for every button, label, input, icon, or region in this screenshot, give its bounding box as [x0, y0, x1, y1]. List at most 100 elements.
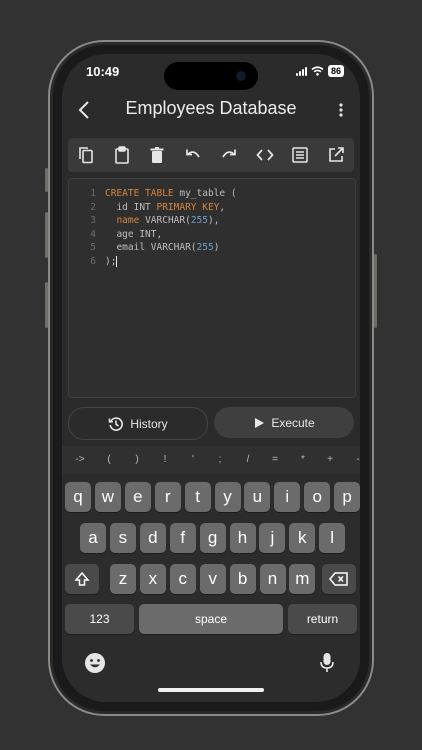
letter-key[interactable]: u [244, 482, 271, 512]
sql-keyword: CREATE TABLE [105, 188, 174, 199]
letter-key[interactable]: h [229, 523, 256, 553]
history-button[interactable]: History [68, 407, 208, 440]
history-icon [109, 416, 124, 431]
letter-key[interactable]: o [304, 482, 331, 512]
letter-key[interactable]: q [65, 482, 91, 512]
undo-button[interactable] [179, 141, 207, 169]
symbol-key[interactable]: ( [107, 454, 110, 465]
letter-key[interactable]: p [334, 482, 360, 512]
volume-down-button [45, 282, 48, 328]
letter-key[interactable]: z [110, 564, 136, 594]
redo-button[interactable] [215, 141, 243, 169]
dictation-button[interactable] [316, 650, 338, 676]
letter-key[interactable]: t [184, 482, 211, 512]
letter-key[interactable]: f [169, 523, 196, 553]
undo-icon [186, 149, 200, 158]
space-key[interactable]: space [139, 604, 283, 634]
list-icon [292, 147, 309, 163]
letter-key[interactable]: g [199, 523, 226, 553]
line-number: 3 [90, 215, 96, 227]
letter-key[interactable]: b [229, 564, 256, 594]
emoji-icon [85, 653, 105, 673]
shift-icon [74, 571, 90, 586]
list-button[interactable] [286, 141, 314, 169]
symbol-key[interactable]: - [356, 454, 359, 465]
editor-toolbar [68, 138, 354, 172]
sql-keyword: name [116, 215, 140, 227]
symbol-key[interactable]: ! [164, 454, 167, 465]
volume-up-button [45, 212, 48, 258]
dynamic-island [164, 62, 258, 90]
symbol-key[interactable]: * [301, 454, 305, 465]
sql-text: age INT, [105, 228, 163, 240]
emoji-button[interactable] [82, 650, 108, 676]
letter-key[interactable]: n [259, 564, 286, 594]
symbol-key[interactable]: ; [219, 454, 222, 465]
return-key[interactable]: return [288, 604, 357, 634]
execute-button[interactable]: Execute [214, 407, 354, 438]
sql-text: id INT [105, 201, 157, 213]
open-external-button[interactable] [322, 141, 350, 169]
more-options-button[interactable] [332, 98, 350, 122]
line-number: 2 [90, 201, 96, 213]
code-line: 4 age INT, [69, 228, 162, 242]
play-icon [255, 417, 265, 428]
trash-icon [150, 147, 164, 163]
symbol-key[interactable]: ' [192, 454, 194, 465]
cellular-signal-icon [295, 66, 307, 76]
code-line: 2 id INT PRIMARY KEY, [69, 201, 225, 215]
status-indicators: 86 [295, 65, 344, 77]
shift-key[interactable] [65, 564, 99, 594]
sql-text: ); [105, 256, 117, 267]
backspace-key[interactable] [322, 564, 356, 594]
clipboard-icon [114, 146, 129, 164]
sql-code-editor[interactable]: 1 CREATE TABLE my_table (2 id INT PRIMARY… [68, 178, 356, 398]
letter-key[interactable]: l [319, 523, 346, 553]
numbers-key[interactable]: 123 [65, 604, 134, 634]
sql-text: my_table ( [173, 188, 237, 199]
sql-text: email VARCHAR( [105, 242, 197, 254]
letter-key[interactable]: c [169, 564, 196, 594]
letter-key[interactable]: v [199, 564, 226, 594]
sql-keyword: PRIMARY KEY [156, 201, 220, 213]
more-vertical-icon [339, 103, 343, 117]
copy-button[interactable] [72, 141, 100, 169]
action-button [45, 168, 48, 192]
delete-button[interactable] [143, 141, 171, 169]
sql-text: VARCHAR( [139, 215, 191, 227]
letter-key[interactable]: a [80, 523, 106, 553]
sql-number: 255 [196, 242, 214, 254]
code-line: 3 name VARCHAR(255), [69, 214, 219, 228]
power-button [374, 254, 377, 328]
copy-icon [79, 147, 93, 164]
letter-key[interactable]: k [289, 523, 316, 553]
on-screen-keyboard: -> ()! '; / = * + - qwertyuiop asdfghjkl zxcvbn… [62, 446, 360, 702]
letter-key[interactable]: y [214, 482, 241, 512]
symbol-key[interactable]: -> [75, 454, 84, 465]
letter-key[interactable]: d [139, 523, 166, 553]
backspace-icon [329, 572, 348, 586]
letter-key[interactable]: r [154, 482, 181, 512]
symbol-shortcut-bar: -> ()! '; / = * + - [62, 446, 360, 474]
symbol-key[interactable]: / [247, 454, 250, 465]
back-button[interactable] [72, 96, 96, 124]
history-label: History [130, 416, 168, 431]
paste-button[interactable] [108, 141, 136, 169]
format-code-button[interactable] [251, 141, 279, 169]
letter-key[interactable]: s [109, 523, 136, 553]
sql-text: ), [208, 215, 220, 227]
letter-key[interactable]: j [259, 523, 286, 553]
line-number: 6 [90, 256, 96, 267]
symbol-key[interactable]: = [272, 454, 278, 465]
code-line: 1 CREATE TABLE my_table ( [69, 187, 237, 201]
letter-key[interactable]: w [94, 482, 121, 512]
letter-key[interactable]: x [139, 564, 166, 594]
letter-key[interactable]: e [124, 482, 151, 512]
symbol-key[interactable]: ) [135, 454, 138, 465]
letter-key[interactable]: m [289, 564, 316, 594]
microphone-icon [320, 653, 334, 672]
symbol-key[interactable]: + [327, 454, 333, 465]
letter-key[interactable]: i [274, 482, 301, 512]
chevron-left-icon [78, 101, 89, 119]
